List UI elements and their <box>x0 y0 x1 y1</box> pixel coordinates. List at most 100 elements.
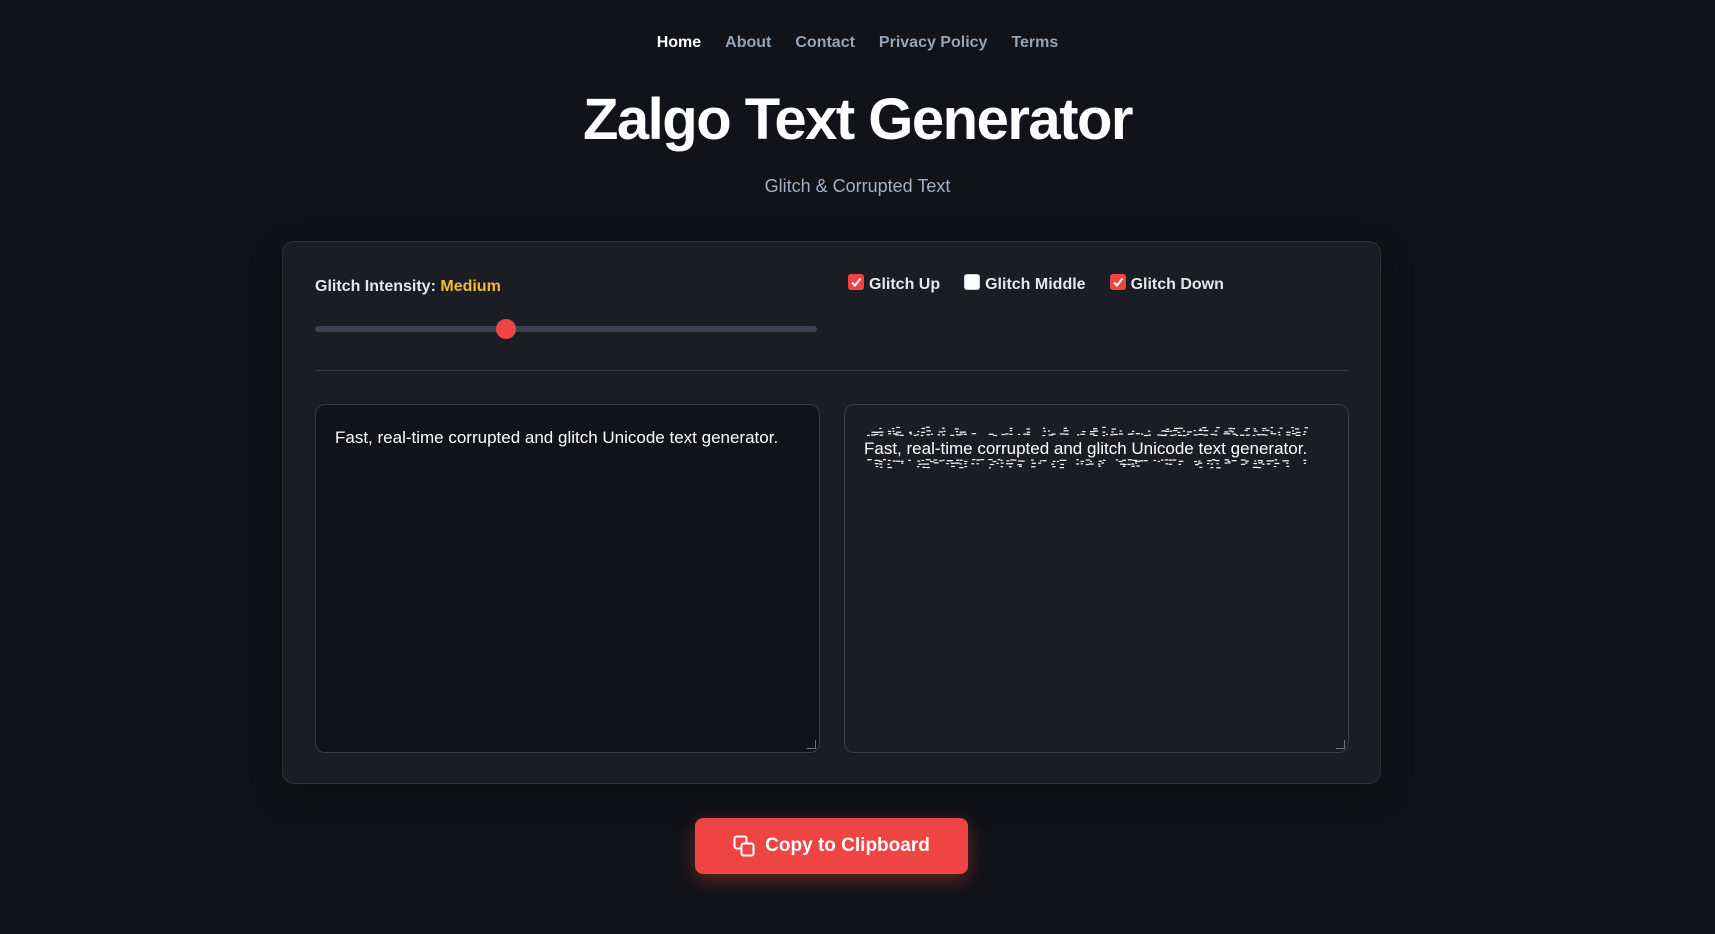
glitch-up-checkbox[interactable] <box>848 274 864 290</box>
diacritic-mark-down <box>1157 460 1161 463</box>
diacritic-mark-up <box>1270 426 1273 429</box>
diacritic-mark-down <box>976 463 979 465</box>
diacritic-mark-up <box>1130 433 1134 435</box>
intensity-slider-thumb[interactable] <box>495 319 516 339</box>
diacritic-mark-down <box>1127 463 1131 465</box>
nav-link-about[interactable]: About <box>725 34 771 52</box>
diacritic-mark-up <box>887 430 892 433</box>
diacritic-mark-down <box>1199 466 1203 468</box>
checkmark-icon <box>851 277 862 288</box>
resize-grip-icon[interactable] <box>807 740 816 749</box>
diacritic-mark-up <box>1233 428 1236 430</box>
diacritic-mark-down <box>1135 462 1138 464</box>
diacritic-mark-up <box>1245 427 1250 430</box>
diacritic-mark-down <box>1098 463 1101 465</box>
diacritic-mark-down <box>1240 463 1246 465</box>
diacritic-mark-up <box>1177 431 1181 433</box>
diacritic-mark-down <box>1101 462 1104 464</box>
output-textarea[interactable]: Fast, real-time corrupted and glitch Uni… <box>844 404 1349 753</box>
diacritic-mark-up <box>955 430 959 433</box>
diacritic-mark-up <box>1232 433 1237 435</box>
diacritic-mark-up <box>1270 431 1273 433</box>
diacritic-mark-down <box>1031 466 1036 468</box>
diacritic-mark-up <box>888 433 892 435</box>
diacritic-mark-down <box>1274 462 1280 465</box>
nav-link-privacy-policy[interactable]: Privacy Policy <box>879 34 988 52</box>
diacritic-mark-up <box>1051 433 1056 435</box>
diacritic-mark-up <box>1302 433 1306 436</box>
diacritic-mark-down <box>964 463 967 465</box>
diacritic-mark-up <box>1001 433 1005 436</box>
diacritic-mark-up <box>1291 426 1294 429</box>
diacritic-mark-down <box>1131 465 1135 467</box>
diacritic-mark-up <box>1228 427 1233 430</box>
diacritic-mark-up <box>1174 427 1179 430</box>
glitch-down-checkbox[interactable] <box>1109 274 1126 290</box>
diacritic-mark-down <box>959 467 964 469</box>
glitch-middle-checkbox[interactable] <box>964 274 981 290</box>
diacritic-mark-up <box>1199 428 1202 430</box>
intensity-slider[interactable] <box>315 319 817 339</box>
diacritic-mark-down <box>901 462 904 464</box>
diacritic-mark-up <box>1270 433 1274 435</box>
glitch-down-option[interactable]: Glitch Down <box>1109 274 1224 294</box>
nav-link-contact[interactable]: Contact <box>795 34 855 52</box>
diacritic-mark-down <box>1122 465 1126 467</box>
diacritic-mark-up <box>1244 429 1248 432</box>
diacritic-mark-up <box>1111 428 1117 430</box>
diacritic-mark-up <box>1187 431 1192 433</box>
diacritic-mark-down <box>1165 463 1169 465</box>
glitch-up-option[interactable]: Glitch Up <box>848 274 940 294</box>
diacritic-mark-down <box>1059 467 1065 469</box>
diacritic-mark-down <box>1098 465 1101 467</box>
diacritic-mark-up <box>1294 428 1300 430</box>
diacritic-mark-down <box>879 463 883 465</box>
diacritic-mark-down <box>874 463 879 465</box>
diacritic-mark-up <box>1102 431 1106 433</box>
diacritic-mark-down <box>964 460 968 463</box>
diacritic-mark-down <box>875 465 879 468</box>
diacritic-mark-down <box>1266 463 1271 465</box>
copy-icon <box>733 835 755 857</box>
diacritic-mark-up <box>917 430 920 433</box>
diacritic-mark-up <box>1277 431 1281 433</box>
resize-grip-icon[interactable] <box>1336 740 1345 749</box>
nav-link-home[interactable]: Home <box>657 34 701 52</box>
diacritic-mark-down <box>950 462 955 464</box>
diacritic-mark-down <box>1210 463 1214 465</box>
diacritic-mark-up <box>1111 431 1114 433</box>
glitch-middle-option[interactable]: Glitch Middle <box>964 274 1086 294</box>
checkmark-icon <box>1112 277 1123 288</box>
diacritic-mark-up <box>1210 433 1215 436</box>
diacritic-mark-up <box>1147 430 1151 432</box>
diacritic-mark-up <box>1253 428 1256 430</box>
diacritic-mark-down <box>964 466 968 468</box>
diacritic-mark-down <box>929 460 934 463</box>
diacritic-mark-up <box>1273 433 1277 435</box>
diacritic-mark-up <box>892 430 895 432</box>
diacritic-mark-down <box>1286 465 1290 467</box>
diacritic-mark-up <box>1026 428 1030 430</box>
diacritic-mark-down <box>918 463 923 465</box>
diacritic-mark-up <box>871 431 876 433</box>
diacritic-mark-up <box>1118 433 1124 435</box>
diacritic-mark-up <box>1304 427 1309 429</box>
diacritic-mark-up <box>1093 430 1099 432</box>
diacritic-mark-up <box>1018 433 1021 436</box>
diacritic-mark-down <box>954 462 960 464</box>
diacritic-mark-up <box>891 427 895 430</box>
diacritic-mark-down <box>1258 462 1263 464</box>
diacritic-mark-down <box>1088 463 1094 465</box>
diacritic-mark-up <box>1132 430 1135 432</box>
diacritic-mark-up <box>879 431 884 433</box>
diacritic-mark-up <box>1227 433 1231 435</box>
nav-link-terms[interactable]: Terms <box>1011 34 1058 52</box>
input-textarea[interactable]: Fast, real-time corrupted and glitch Uni… <box>315 404 820 753</box>
diacritic-mark-up <box>1202 427 1207 429</box>
diacritic-mark-up <box>1009 430 1013 432</box>
diacritic-mark-up <box>1092 428 1098 430</box>
diacritic-mark-up <box>1262 429 1265 432</box>
diacritic-mark-down <box>1207 462 1210 465</box>
diacritic-mark-down <box>887 463 890 465</box>
copy-to-clipboard-button[interactable]: Copy to Clipboard <box>695 818 968 874</box>
